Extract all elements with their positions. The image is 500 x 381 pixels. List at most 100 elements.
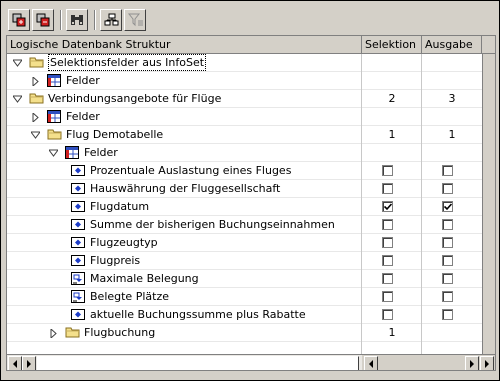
tree-row-label[interactable]: Belegte Plätze — [90, 288, 169, 305]
selection-checkbox[interactable] — [382, 219, 393, 230]
collapse-node-button[interactable] — [32, 9, 54, 31]
output-checkbox[interactable] — [442, 309, 453, 320]
column-header-structure[interactable]: Logische Datenbank Struktur — [7, 36, 362, 54]
column-header-output[interactable]: Ausgabe — [422, 36, 482, 54]
triangle-right-icon — [32, 111, 39, 124]
tree-row-label[interactable]: Hauswährung der Fluggesellschaft — [90, 180, 280, 197]
tree-row[interactable]: Flugbuchung 1 — [7, 324, 482, 342]
tree-row-label[interactable]: Flug Demotabelle — [66, 126, 163, 143]
tree-row[interactable]: aktuelle Buchungssumme plus Rabatte — [7, 306, 482, 324]
tree-row[interactable]: Summe der bisherigen Buchungseinnahmen — [7, 216, 482, 234]
arrow-left-icon — [369, 360, 373, 368]
field-icon — [71, 308, 85, 323]
selection-count: 1 — [388, 326, 396, 339]
selection-checkbox[interactable] — [382, 255, 393, 266]
selection-checkbox[interactable] — [382, 201, 393, 212]
output-checkbox[interactable] — [442, 291, 453, 302]
columns-horizontal-scrollbar[interactable] — [362, 354, 495, 370]
tree-row[interactable]: Maximale Belegung — [7, 270, 482, 288]
output-checkbox[interactable] — [442, 183, 453, 194]
hierarchy-button[interactable] — [100, 9, 122, 31]
field-icon — [71, 183, 85, 194]
folder-icon — [65, 326, 80, 341]
triangle-down-icon — [12, 95, 23, 103]
output-count: 3 — [448, 92, 456, 105]
folder-icon — [29, 56, 44, 71]
filter-icon — [128, 13, 143, 27]
selection-checkbox[interactable] — [382, 237, 393, 248]
node-expanded-icon[interactable] — [12, 94, 23, 103]
hierarchy-icon — [104, 13, 119, 26]
tree-row-label[interactable]: Flugpreis — [90, 252, 140, 269]
output-checkbox[interactable] — [442, 255, 453, 266]
tree-row-label[interactable]: Flugbuchung — [84, 324, 155, 341]
tree-row-label[interactable]: Felder — [84, 144, 118, 161]
columns-scroll-right-button[interactable] — [465, 356, 479, 370]
arrow-right-icon — [470, 360, 474, 368]
selection-checkbox[interactable] — [382, 165, 393, 176]
field-icon — [71, 165, 85, 176]
vertical-scroll-column[interactable] — [482, 54, 495, 354]
tree-row-label[interactable]: Felder — [66, 108, 100, 125]
node-collapsed-icon[interactable] — [31, 111, 40, 124]
tree-row[interactable]: Flugpreis — [7, 252, 482, 270]
expand-node-icon — [12, 13, 26, 27]
output-checkbox[interactable] — [442, 273, 453, 284]
tree-row[interactable]: Felder — [7, 72, 482, 90]
selection-checkbox[interactable] — [382, 183, 393, 194]
scroll-track[interactable] — [37, 356, 359, 370]
output-checkbox[interactable] — [442, 165, 453, 176]
folder-icon — [47, 128, 62, 143]
tree-row[interactable]: Felder — [7, 108, 482, 126]
tree-row-label[interactable]: aktuelle Buchungssumme plus Rabatte — [90, 306, 306, 323]
node-collapsed-icon[interactable] — [31, 75, 40, 88]
tree-row-label[interactable]: Felder — [66, 72, 100, 89]
columns-scroll-left-button[interactable] — [364, 356, 378, 370]
numeric-field-icon — [71, 290, 85, 306]
scroll-right-button[interactable] — [22, 356, 36, 370]
node-expanded-icon[interactable] — [12, 58, 23, 67]
tree-horizontal-scrollbar[interactable] — [7, 354, 362, 370]
tree-row[interactable]: Belegte Plätze — [7, 288, 482, 306]
selection-checkbox[interactable] — [382, 309, 393, 320]
field-icon — [71, 219, 85, 230]
triangle-down-icon — [30, 131, 41, 139]
tree-row-label[interactable]: Verbindungsangebote für Flüge — [48, 90, 221, 107]
filter-button[interactable] — [124, 9, 146, 31]
table-icon — [47, 110, 61, 123]
tree-row[interactable]: Selektionsfelder aus InfoSet — [7, 54, 482, 72]
output-checkbox[interactable] — [442, 219, 453, 230]
tree-row[interactable]: Prozentuale Auslastung eines Fluges — [7, 162, 482, 180]
toolbar-separator — [94, 10, 96, 30]
tree-row[interactable]: Verbindungsangebote für Flüge 2 3 — [7, 90, 482, 108]
scroll-left-button[interactable] — [8, 356, 22, 370]
node-expanded-icon[interactable] — [48, 148, 59, 157]
output-checkbox[interactable] — [442, 237, 453, 248]
collapse-node-icon — [36, 13, 50, 27]
field-icon — [71, 255, 85, 266]
node-expanded-icon[interactable] — [30, 130, 41, 139]
tree-row[interactable]: Flug Demotabelle 1 1 — [7, 126, 482, 144]
selection-checkbox[interactable] — [382, 291, 393, 302]
tree-row-label[interactable]: Summe der bisherigen Buchungseinnahmen — [90, 216, 335, 233]
tree-row-label[interactable]: Maximale Belegung — [90, 270, 199, 287]
tree-row[interactable]: Hauswährung der Fluggesellschaft — [7, 180, 482, 198]
tree-row-label[interactable]: Flugdatum — [90, 198, 149, 215]
selection-checkbox[interactable] — [382, 273, 393, 284]
expand-node-button[interactable] — [8, 9, 30, 31]
tree-row-label[interactable]: Selektionsfelder aus InfoSet — [48, 54, 207, 71]
columns-scroll-end-button[interactable] — [480, 356, 494, 370]
tree-row-label[interactable]: Flugzeugtyp — [90, 234, 158, 251]
table-icon — [65, 146, 79, 159]
tree-row[interactable]: Flugzeugtyp — [7, 234, 482, 252]
output-checkbox[interactable] — [442, 201, 453, 212]
tree-row[interactable]: Flugdatum — [7, 198, 482, 216]
node-collapsed-icon[interactable] — [49, 327, 58, 340]
selection-count: 1 — [388, 128, 396, 141]
tree-row[interactable]: Felder — [7, 144, 482, 162]
tree-row-label[interactable]: Prozentuale Auslastung eines Fluges — [90, 162, 291, 179]
triangle-right-icon — [50, 327, 57, 340]
find-button[interactable] — [66, 9, 88, 31]
column-header-selection[interactable]: Selektion — [362, 36, 422, 54]
folder-icon — [29, 92, 44, 107]
